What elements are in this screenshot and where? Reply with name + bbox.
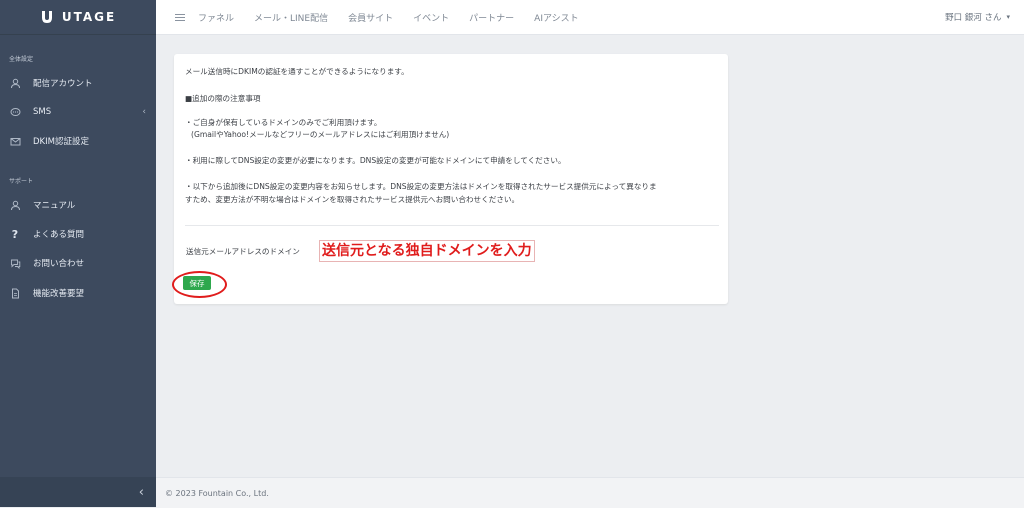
note-3-line-1: ・以下から追加後にDNS設定の変更内容をお知らせします。DNS設定の変更方法はド… xyxy=(185,182,657,191)
sidebar-item-label: 配信アカウント xyxy=(33,79,93,89)
nav-member-site[interactable]: 会員サイト xyxy=(348,11,393,24)
save-button[interactable]: 保存 xyxy=(183,276,211,290)
sidebar-item-label: SMS xyxy=(33,107,52,117)
brand-name: UTAGE xyxy=(61,10,117,24)
top-menu: ファネル メール・LINE配信 会員サイト イベント パートナー AIアシスト xyxy=(198,11,599,24)
user-name: 野口 銀河 さん xyxy=(945,13,1002,23)
sidebar-item-manual[interactable]: マニュアル xyxy=(0,194,156,216)
brand[interactable]: UTAGE xyxy=(0,0,156,35)
caret-down-icon: ▾ xyxy=(1006,13,1010,21)
note-1-line-2: (GmailやYahoo!メールなどフリーのメールアドレスにはご利用頂けません) xyxy=(191,130,450,139)
sidebar-item-label: お問い合わせ xyxy=(33,259,85,269)
section-label-support: サポート xyxy=(9,178,34,185)
copyright-text: © 2023 Fountain Co., Ltd. xyxy=(165,488,269,498)
sidebar-item-sms[interactable]: SMS ‹ xyxy=(0,101,156,123)
sidebar-item-label: よくある質問 xyxy=(33,230,85,240)
user-menu[interactable]: 野口 銀河 さん ▾ xyxy=(945,11,1010,23)
person-icon xyxy=(9,199,21,211)
chat-bubble-icon xyxy=(9,106,21,118)
sidebar-item-label: マニュアル xyxy=(33,201,76,211)
nav-event[interactable]: イベント xyxy=(413,11,449,24)
sidebar-item-label: 機能改善要望 xyxy=(33,289,85,299)
intro-text: メール送信時にDKIMの認証を通すことができるようになります。 xyxy=(185,67,409,76)
sender-domain-input[interactable]: 送信元となる独自ドメインを入力 xyxy=(319,240,535,262)
document-icon xyxy=(9,287,21,299)
utage-logo-icon xyxy=(41,11,52,23)
sidebar-footer: ‹ xyxy=(0,477,156,507)
section-label-settings: 全体設定 xyxy=(9,56,34,63)
sidebar-item-contact[interactable]: お問い合わせ xyxy=(0,252,156,274)
person-icon xyxy=(9,77,21,89)
nav-mail-line[interactable]: メール・LINE配信 xyxy=(254,11,328,24)
question-icon: ? xyxy=(11,227,19,241)
dkim-settings-card: メール送信時にDKIMの認証を通すことができるようになります。 ■追加の際の注意… xyxy=(172,54,728,304)
sidebar-item-faq[interactable]: ? よくある質問 xyxy=(0,223,156,245)
top-navigation: ファネル メール・LINE配信 会員サイト イベント パートナー AIアシスト … xyxy=(156,0,1024,35)
sidebar: UTAGE 全体設定 配信アカウント SMS ‹ DKIM認証設定 サポート マ… xyxy=(0,0,156,507)
hamburger-menu-icon[interactable] xyxy=(175,13,185,21)
sidebar-item-delivery-account[interactable]: 配信アカウント xyxy=(0,72,156,94)
envelope-icon xyxy=(9,135,21,147)
sidebar-item-label: DKIM認証設定 xyxy=(33,137,89,147)
footer: © 2023 Fountain Co., Ltd. xyxy=(156,477,1024,508)
notes-heading: ■追加の際の注意事項 xyxy=(185,94,261,103)
chat-icon xyxy=(9,257,21,269)
note-3-line-2: すため、変更方法が不明な場合はドメインを取得されたサービス提供元へお問い合わせく… xyxy=(185,195,520,204)
sidebar-item-feature-request[interactable]: 機能改善要望 xyxy=(0,282,156,304)
nav-ai-assist[interactable]: AIアシスト xyxy=(534,11,578,24)
sidebar-item-dkim[interactable]: DKIM認証設定 xyxy=(0,130,156,152)
note-1-line-1: ・ご自身が保有しているドメインのみでご利用頂けます。 xyxy=(185,118,382,127)
collapse-sidebar-icon[interactable]: ‹ xyxy=(139,485,144,500)
nav-partner[interactable]: パートナー xyxy=(469,11,514,24)
sender-domain-label: 送信元メールアドレスのドメイン xyxy=(186,247,300,256)
divider xyxy=(185,225,719,226)
chevron-left-icon: ‹ xyxy=(142,107,146,117)
note-2: ・利用に際してDNS設定の変更が必要になります。DNS設定の変更が可能なドメイン… xyxy=(185,156,566,165)
nav-funnel[interactable]: ファネル xyxy=(198,11,234,24)
